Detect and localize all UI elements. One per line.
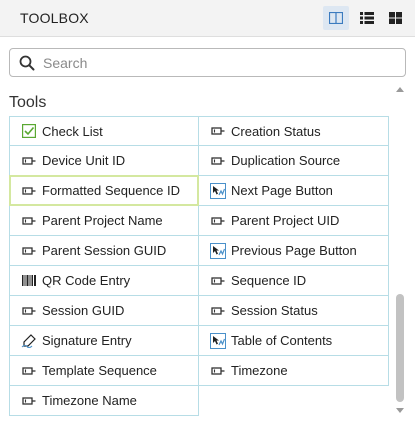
signature-icon: [21, 333, 37, 349]
tool-item[interactable]: Signature Entry: [9, 325, 199, 356]
tool-item-label: Check List: [42, 123, 103, 139]
tool-item[interactable]: Timezone: [198, 355, 389, 386]
tool-item[interactable]: Duplication Source: [198, 145, 389, 176]
input-field-icon: [210, 273, 226, 289]
input-field-icon: [210, 153, 226, 169]
tool-item-label: Table of Contents: [231, 333, 333, 348]
tool-item-label: Next Page Button: [231, 183, 333, 198]
search-icon: [19, 55, 35, 71]
tool-item-label: Device Unit ID: [42, 153, 126, 168]
input-field-icon: [21, 243, 37, 259]
tool-item-label: Duplication Source: [231, 153, 341, 168]
tool-item-label: Session Status: [231, 303, 318, 318]
tool-item[interactable]: Session GUID: [9, 295, 199, 326]
barcode-icon: [21, 273, 37, 289]
tool-item[interactable]: Creation Status: [198, 116, 389, 146]
hyperlink-icon: [210, 242, 226, 259]
toolbox-header: TOOLBOX: [0, 0, 415, 37]
input-field-icon: [210, 363, 226, 379]
columns-icon: [329, 12, 343, 24]
input-field-icon: [210, 123, 226, 139]
tool-item-label: Template Sequence: [42, 363, 157, 378]
tool-item[interactable]: Session Status: [198, 295, 389, 326]
tool-item[interactable]: Template Sequence: [9, 355, 199, 386]
tool-item[interactable]: Table of Contents: [198, 325, 389, 356]
tool-item-label: Parent Project UID: [231, 213, 340, 228]
grid-icon: [388, 12, 402, 24]
tool-item-label: Signature Entry: [42, 333, 132, 348]
toolbox-title: TOOLBOX: [20, 10, 89, 26]
input-field-icon: [21, 363, 37, 379]
scroll-up-arrow-icon[interactable]: [396, 86, 404, 92]
input-field-icon: [21, 393, 37, 409]
input-field-icon: [210, 303, 226, 319]
scroll-down-arrow-icon[interactable]: [396, 408, 404, 414]
list-icon: [360, 12, 374, 24]
tool-item[interactable]: Sequence ID: [198, 265, 389, 296]
scrollbar[interactable]: [393, 84, 407, 419]
tool-item[interactable]: Parent Project UID: [198, 205, 389, 236]
tool-item[interactable]: Check List: [9, 116, 199, 146]
view-grid-button[interactable]: [382, 6, 408, 30]
tool-item[interactable]: Parent Project Name: [9, 205, 199, 236]
view-columns-button[interactable]: [323, 6, 349, 30]
tool-item[interactable]: Device Unit ID: [9, 145, 199, 176]
tool-item-label: Creation Status: [231, 123, 321, 139]
hyperlink-icon: [210, 332, 226, 349]
search-box[interactable]: [9, 48, 406, 77]
tool-item-label: Formatted Sequence ID: [42, 183, 181, 198]
tools-grid: Check List Creation Status Device Unit ID D…: [9, 116, 390, 416]
input-field-icon: [21, 153, 37, 169]
tool-item-label: Parent Session GUID: [42, 243, 167, 258]
input-field-icon: [21, 303, 37, 319]
tool-item-label: Previous Page Button: [231, 243, 357, 258]
input-field-icon: [210, 213, 226, 229]
input-field-icon: [21, 213, 37, 229]
view-list-button[interactable]: [354, 6, 380, 30]
checkbox-icon: [21, 123, 37, 139]
hyperlink-icon: [210, 182, 226, 199]
tool-item[interactable]: Next Page Button: [198, 175, 389, 206]
tool-item-label: Timezone Name: [42, 393, 137, 408]
tool-item-label: Session GUID: [42, 303, 125, 318]
tool-item[interactable]: Timezone Name: [9, 385, 199, 416]
tool-item[interactable]: Previous Page Button: [198, 235, 389, 266]
tools-section-title: Tools: [9, 94, 47, 111]
tool-item-label: Sequence ID: [231, 273, 307, 288]
search-input[interactable]: [43, 50, 398, 75]
tool-item[interactable]: Parent Session GUID: [9, 235, 199, 266]
tool-item[interactable]: Formatted Sequence ID: [9, 175, 199, 206]
tool-item-label: Timezone: [231, 363, 288, 378]
scrollbar-thumb[interactable]: [396, 294, 404, 402]
tool-item-label: Parent Project Name: [42, 213, 163, 228]
input-field-icon: [21, 183, 37, 199]
tool-item[interactable]: QR Code Entry: [9, 265, 199, 296]
tool-item-label: QR Code Entry: [42, 273, 131, 288]
